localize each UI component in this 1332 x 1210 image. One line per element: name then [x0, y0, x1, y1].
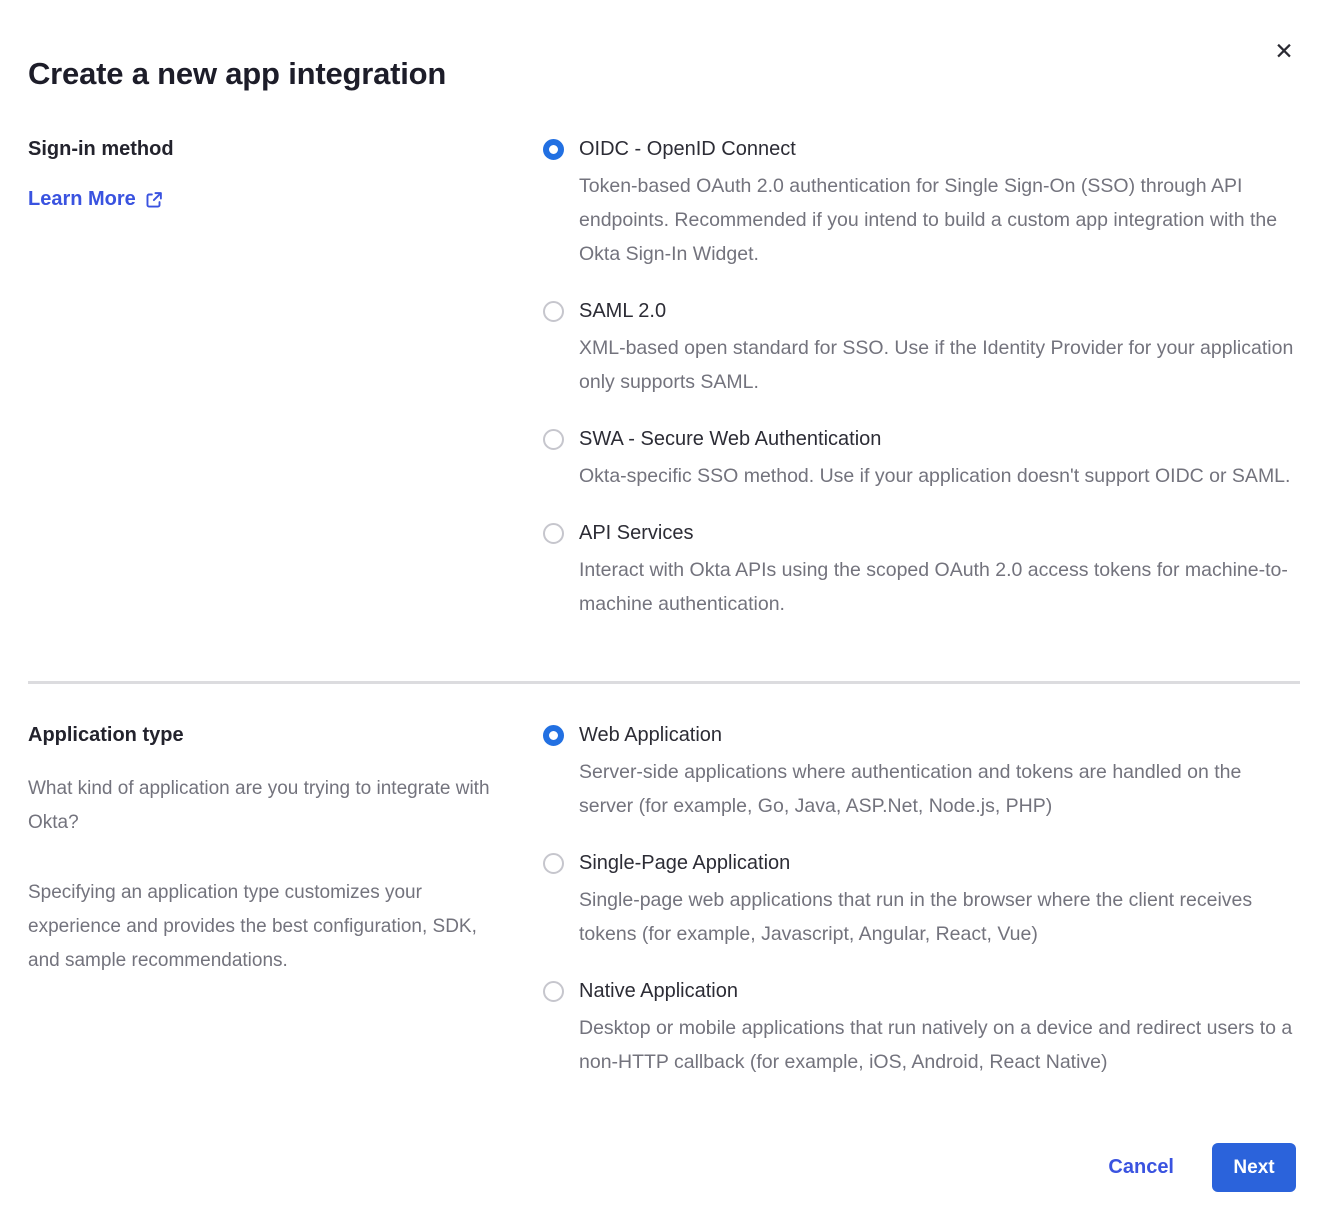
- application-type-section: Application type What kind of applicatio…: [28, 722, 1332, 1079]
- radio-button-icon[interactable]: [543, 301, 564, 322]
- radio-option-saml[interactable]: SAML 2.0 XML-based open standard for SSO…: [543, 298, 1295, 399]
- page-title: Create a new app integration: [28, 0, 1332, 92]
- option-label: SWA - Secure Web Authentication: [579, 426, 1290, 453]
- radio-option-oidc[interactable]: OIDC - OpenID Connect Token-based OAuth …: [543, 136, 1295, 271]
- cancel-button[interactable]: Cancel: [1108, 1156, 1174, 1179]
- radio-button-selected-icon[interactable]: [543, 139, 564, 160]
- application-type-options: Web Application Server-side applications…: [543, 722, 1332, 1079]
- option-description: Token-based OAuth 2.0 authentication for…: [579, 169, 1295, 271]
- learn-more-link[interactable]: Learn More: [28, 188, 163, 211]
- option-description: Single-page web applications that run in…: [579, 883, 1295, 951]
- radio-option-single-page-application[interactable]: Single-Page Application Single-page web …: [543, 850, 1295, 951]
- option-description: Interact with Okta APIs using the scoped…: [579, 553, 1295, 621]
- dialog-footer: Cancel Next: [28, 1143, 1332, 1192]
- signin-method-section: Sign-in method Learn More OIDC - OpenID …: [28, 136, 1332, 621]
- option-description: Server-side applications where authentic…: [579, 755, 1295, 823]
- radio-option-api-services[interactable]: API Services Interact with Okta APIs usi…: [543, 520, 1295, 621]
- application-type-left-column: Application type What kind of applicatio…: [28, 722, 543, 978]
- next-button[interactable]: Next: [1212, 1143, 1296, 1192]
- option-label: SAML 2.0: [579, 298, 1295, 325]
- section-divider: [28, 681, 1300, 684]
- radio-button-icon[interactable]: [543, 523, 564, 544]
- close-icon: ✕: [1274, 39, 1293, 65]
- application-type-heading: Application type: [28, 722, 495, 748]
- option-label: Native Application: [579, 978, 1295, 1005]
- radio-option-web-application[interactable]: Web Application Server-side applications…: [543, 722, 1295, 823]
- application-type-helper-1: What kind of application are you trying …: [28, 772, 495, 840]
- option-label: Single-Page Application: [579, 850, 1295, 877]
- learn-more-label: Learn More: [28, 188, 136, 211]
- option-description: XML-based open standard for SSO. Use if …: [579, 331, 1295, 399]
- option-description: Desktop or mobile applications that run …: [579, 1011, 1295, 1079]
- option-label: Web Application: [579, 722, 1295, 749]
- option-label: API Services: [579, 520, 1295, 547]
- radio-button-icon[interactable]: [543, 853, 564, 874]
- radio-button-icon[interactable]: [543, 429, 564, 450]
- radio-button-icon[interactable]: [543, 981, 564, 1002]
- option-description: Okta-specific SSO method. Use if your ap…: [579, 459, 1290, 493]
- radio-button-selected-icon[interactable]: [543, 725, 564, 746]
- option-label: OIDC - OpenID Connect: [579, 136, 1295, 163]
- external-link-icon: [145, 191, 163, 209]
- application-type-helper-2: Specifying an application type customize…: [28, 876, 495, 978]
- create-app-integration-dialog: ✕ Create a new app integration Sign-in m…: [0, 0, 1332, 1210]
- radio-option-native-application[interactable]: Native Application Desktop or mobile app…: [543, 978, 1295, 1079]
- radio-option-swa[interactable]: SWA - Secure Web Authentication Okta-spe…: [543, 426, 1295, 493]
- close-button[interactable]: ✕: [1268, 36, 1300, 68]
- signin-method-heading: Sign-in method: [28, 136, 495, 162]
- signin-method-left-column: Sign-in method Learn More: [28, 136, 543, 211]
- signin-method-options: OIDC - OpenID Connect Token-based OAuth …: [543, 136, 1332, 621]
